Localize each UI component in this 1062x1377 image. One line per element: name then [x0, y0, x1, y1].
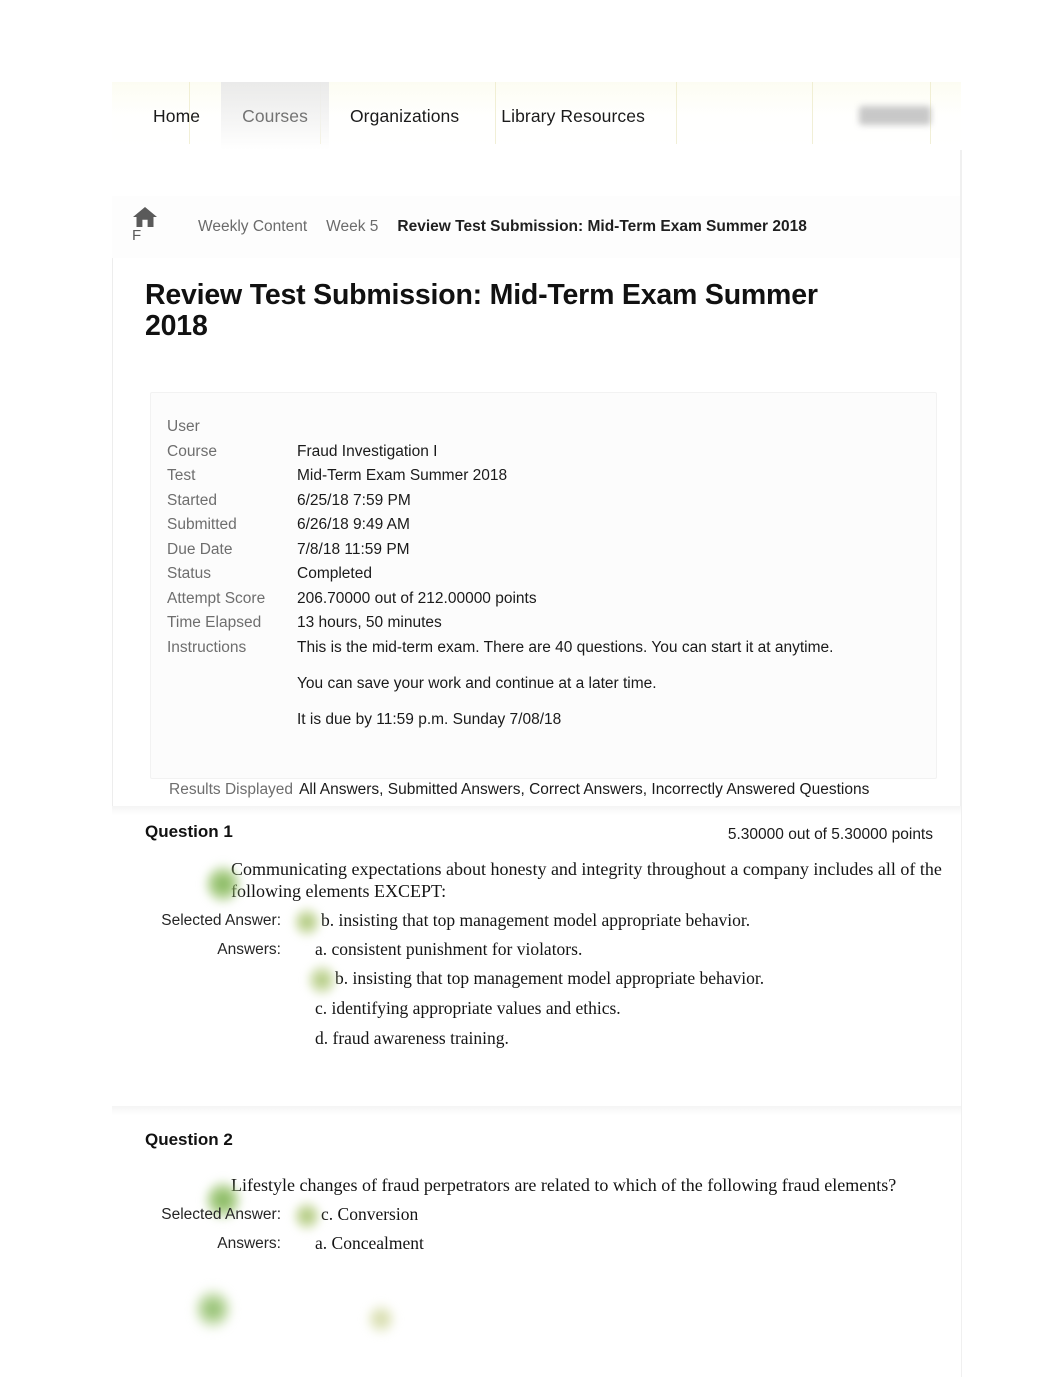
- selected-answer-text: c. Conversion: [293, 1200, 419, 1232]
- user-name-redacted[interactable]: [859, 106, 931, 125]
- question-2-prompt-row: Lifestyle changes of fraud perpetrators …: [145, 1174, 945, 1220]
- question-1-score: 5.30000 out of 5.30000 points: [727, 826, 933, 843]
- info-row: Course Fraud Investigation I: [167, 443, 937, 461]
- question-block-2: Question 2 Lifestyle changes of fraud pe…: [112, 1106, 961, 1377]
- page-title: Review Test Submission: Mid-Term Exam Su…: [145, 279, 818, 342]
- results-displayed-row: Results Displayed All Answers, Submitted…: [169, 781, 869, 799]
- info-value-course: Fraud Investigation I: [297, 442, 438, 460]
- selected-answer-value: b. insisting that top management model a…: [321, 910, 751, 930]
- question-2-body: Lifestyle changes of fraud perpetrators …: [145, 1174, 945, 1262]
- nav-item-library-resources[interactable]: Library Resources: [480, 82, 666, 150]
- option-text-a: a. Concealment: [315, 1233, 424, 1253]
- info-row: Status Completed: [167, 565, 937, 583]
- info-value-started: 6/25/18 7:59 PM: [297, 491, 411, 509]
- info-label-course: Course: [167, 442, 217, 460]
- info-value-due-date: 7/8/18 11:59 PM: [297, 540, 410, 558]
- question-separator: [112, 806, 961, 816]
- info-label-due-date: Due Date: [167, 540, 233, 558]
- question-2-header: Question 2: [145, 1130, 233, 1149]
- info-row: Started 6/25/18 7:59 PM: [167, 492, 937, 510]
- info-label-status: Status: [167, 565, 211, 582]
- correct-check-icon: [307, 963, 337, 997]
- breadcrumb-item-weekly-content[interactable]: Weekly Content: [198, 218, 326, 236]
- info-label-started: Started: [167, 491, 217, 509]
- selected-answer-row: Selected Answer: c. Conversion: [145, 1200, 945, 1232]
- option-row: c. identifying appropriate values and et…: [145, 998, 945, 1019]
- question-separator: [112, 1106, 961, 1116]
- question-2-answers: Selected Answer: c. Conversion Answers: …: [145, 1200, 945, 1254]
- correct-check-icon: [293, 1200, 321, 1232]
- info-label-user: User: [167, 418, 200, 435]
- info-label-submitted: Submitted: [167, 516, 237, 533]
- home-icon-button[interactable]: F: [122, 206, 168, 244]
- info-row: Due Date 7/8/18 11:59 PM: [167, 541, 937, 559]
- nav-item-home[interactable]: Home: [132, 82, 221, 150]
- info-value-attempt-score: 206.70000 out of 212.00000 points: [297, 589, 537, 607]
- question-2-prompt: Lifestyle changes of fraud perpetrators …: [231, 1175, 897, 1195]
- nav-item-courses[interactable]: Courses: [221, 82, 329, 150]
- option-row: b. insisting that top management model a…: [145, 963, 945, 997]
- info-row: Submitted 6/26/18 9:49 AM: [167, 516, 937, 534]
- question-1-prompt-row: Communicating expectations about honesty…: [145, 858, 945, 904]
- breadcrumb-bar: F Weekly Content Week 5 Review Test Subm…: [112, 196, 961, 259]
- instructions-paragraph: It is due by 11:59 p.m. Sunday 7/08/18: [297, 710, 562, 728]
- selected-answer-row: Selected Answer: b. insisting that top m…: [145, 906, 945, 938]
- home-icon-letter: F: [132, 227, 142, 244]
- correct-check-icon: [293, 906, 321, 938]
- info-value-status: Completed: [297, 565, 372, 582]
- info-row: Time Elapsed 13 hours, 50 minutes: [167, 614, 937, 632]
- option-text-b: b. insisting that top management model a…: [295, 963, 765, 997]
- selected-answer-label: Selected Answer:: [161, 1206, 281, 1223]
- info-row: Test Mid-Term Exam Summer 2018: [167, 467, 937, 485]
- global-navigation-bar: Home Courses Organizations Library Resou…: [112, 82, 961, 150]
- info-row-instructions: Instructions This is the mid-term exam. …: [167, 639, 937, 729]
- option-text-c: c. identifying appropriate values and et…: [315, 998, 621, 1018]
- info-value-test: Mid-Term Exam Summer 2018: [297, 467, 508, 484]
- results-displayed-value: All Answers, Submitted Answers, Correct …: [299, 781, 870, 798]
- page-shell: Home Courses Organizations Library Resou…: [0, 0, 1062, 1377]
- test-information-table: User Course Fraud Investigation I Test M…: [167, 418, 937, 735]
- selected-answer-text: b. insisting that top management model a…: [293, 906, 751, 938]
- question-1-answers: Selected Answer: b. insisting that top m…: [145, 906, 945, 1049]
- instructions-paragraph: You can save your work and continue at a…: [297, 674, 657, 692]
- option-text-d: d. fraud awareness training.: [315, 1028, 509, 1048]
- breadcrumb-item-week-5[interactable]: Week 5: [326, 218, 397, 236]
- info-label-attempt-score: Attempt Score: [167, 589, 266, 607]
- instructions-block: This is the mid-term exam. There are 40 …: [297, 639, 833, 729]
- question-1-body: Communicating expectations about honesty…: [145, 858, 945, 1058]
- question-1-prompt: Communicating expectations about honesty…: [231, 859, 942, 901]
- option-text: a. consistent punishment for violators.: [315, 939, 583, 959]
- info-value-submitted: 6/26/18 9:49 AM: [297, 516, 410, 533]
- selected-answer-value: c. Conversion: [321, 1204, 419, 1224]
- correct-check-icon: [195, 1288, 231, 1330]
- results-displayed-label: Results Displayed: [169, 781, 294, 798]
- answers-list-row: Answers: a. consistent punishment for vi…: [145, 939, 945, 960]
- answers-list-row: Answers: a. Concealment: [145, 1233, 945, 1254]
- breadcrumb-item-current: Review Test Submission: Mid-Term Exam Su…: [397, 218, 807, 235]
- nav-item-organizations[interactable]: Organizations: [329, 82, 480, 150]
- home-icon: [133, 207, 157, 227]
- info-label-test: Test: [167, 467, 196, 484]
- info-row: User: [167, 418, 937, 436]
- question-1-options: b. insisting that top management model a…: [145, 963, 945, 1049]
- answers-label: Answers:: [217, 941, 281, 958]
- question-block-1: Question 1 5.30000 out of 5.30000 points…: [112, 806, 961, 1106]
- info-label-time-elapsed: Time Elapsed: [167, 614, 262, 631]
- option-row: d. fraud awareness training.: [145, 1028, 945, 1049]
- selected-answer-label: Selected Answer:: [161, 912, 281, 929]
- info-row: Attempt Score 206.70000 out of 212.00000…: [167, 590, 937, 608]
- info-value-time-elapsed: 13 hours, 50 minutes: [297, 614, 442, 631]
- correct-check-icon: [367, 1303, 395, 1335]
- answers-label: Answers:: [217, 1235, 281, 1252]
- info-label-instructions: Instructions: [167, 638, 247, 656]
- nav-divider: [812, 82, 813, 144]
- option-label: b. insisting that top management model a…: [335, 968, 765, 988]
- question-1-header: Question 1: [145, 822, 233, 841]
- nav-divider: [676, 82, 677, 144]
- instructions-paragraph: This is the mid-term exam. There are 40 …: [297, 638, 834, 656]
- breadcrumb: Weekly Content Week 5 Review Test Submis…: [198, 196, 807, 258]
